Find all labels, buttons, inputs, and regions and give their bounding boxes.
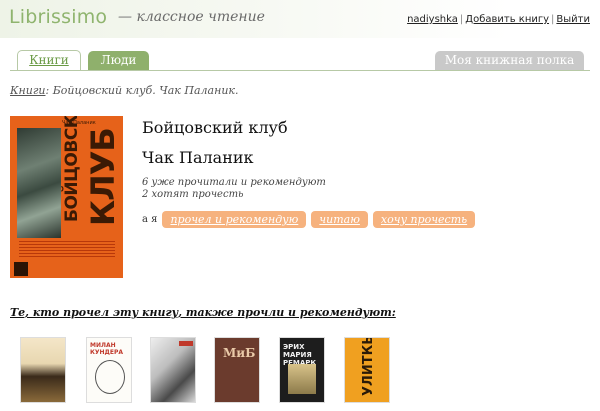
want-to-read-button[interactable]: хочу прочесть [372, 211, 476, 228]
stat-want: 2 хотят прочесть [142, 189, 244, 200]
cover-illustration [288, 364, 316, 394]
recommended-book-2-title: МИЛАН КУНДЕРА [90, 342, 124, 356]
stat-read: 6 уже прочитали и рекомендуют [142, 177, 326, 188]
logout-link[interactable]: Выйти [556, 14, 590, 25]
link-separator: | [459, 14, 464, 25]
site-logo[interactable]: Librissimo [9, 6, 107, 28]
reading-button[interactable]: читаю [311, 211, 368, 228]
cover-title: БОЙЦОВСКИЙ КЛУБ [62, 116, 122, 234]
cover-blurb [19, 241, 115, 259]
recommended-book-5[interactable]: ЭРИХ МАРИЯ РЕМАРК [280, 338, 324, 402]
tab-my-shelf[interactable]: Моя книжная полка [435, 51, 584, 70]
cover-title-line2: КЛУБ [84, 128, 122, 226]
recommended-book-4[interactable]: МиБ [215, 338, 259, 402]
recommended-book-1[interactable] [21, 338, 65, 402]
read-recommend-button[interactable]: прочел и рекомендую [162, 211, 307, 228]
recommended-book-4-mark: МиБ [223, 346, 256, 360]
recommended-book-6-title: УЛИТКЫ [361, 338, 376, 396]
reading-actions: а я прочел и рекомендую читаю хочу проче… [142, 211, 480, 228]
breadcrumb-books-link[interactable]: Книги [10, 84, 46, 97]
breadcrumb: Книги: Бойцовский клуб. Чак Паланик. [10, 84, 238, 97]
book-stats: 6 уже прочитали и рекомендуют 2 хотят пр… [142, 177, 326, 201]
actions-prefix: а я [142, 214, 158, 225]
tagline-text: классное чтение [136, 9, 265, 25]
face-sketch-icon [95, 360, 125, 394]
cover-title-line1: БОЙЦОВСКИЙ [62, 116, 82, 222]
add-book-link[interactable]: Добавить книгу [465, 14, 549, 25]
book-cover: Чак Паланик БОЙЦОВСКИЙ КЛУБ [10, 116, 123, 278]
site-header: Librissimo — классное чтение nadiyshka | Д… [0, 0, 600, 38]
recommended-book-3[interactable] [151, 338, 195, 402]
recommended-book-6[interactable]: УЛИТКЫ [345, 338, 389, 402]
username-link[interactable]: nadiyshka [407, 14, 458, 25]
link-separator: | [551, 14, 555, 25]
book-title: Бойцовский клуб [142, 118, 288, 137]
breadcrumb-current: : Бойцовский клуб. Чак Паланик. [45, 84, 239, 97]
site-tagline: — классное чтение [118, 9, 265, 25]
recommendations-heading: Те, кто прочел эту книгу, также прочли и… [10, 306, 396, 319]
tab-people[interactable]: Люди [88, 51, 149, 70]
recommended-book-2[interactable]: МИЛАН КУНДЕРА [87, 338, 131, 402]
user-links: nadiyshka | Добавить книгу | Выйти [407, 14, 590, 25]
cover-photo [17, 128, 61, 238]
tab-books[interactable]: Книги [17, 50, 81, 71]
tab-divider [10, 70, 590, 71]
publisher-logo [14, 262, 28, 276]
cover-tag [179, 341, 193, 346]
book-author: Чак Паланик [142, 148, 254, 167]
tagline-dash: — [118, 9, 132, 25]
